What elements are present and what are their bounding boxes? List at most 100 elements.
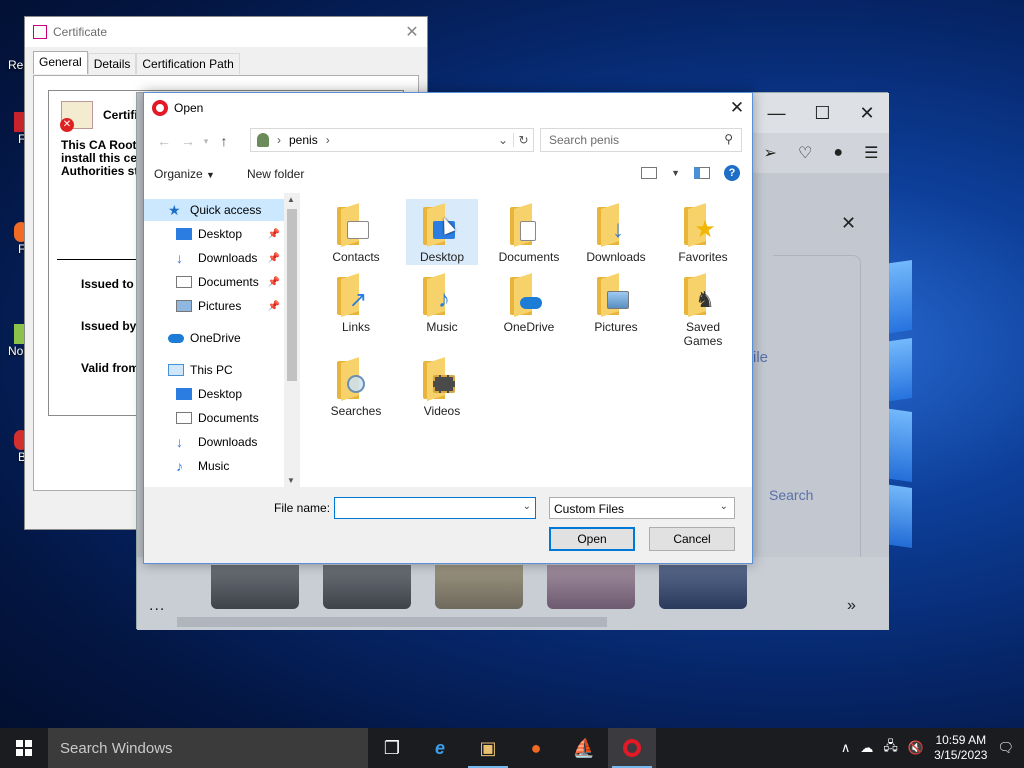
certificate-titlebar: Certificate ✕ [25, 17, 427, 47]
maximize-icon[interactable]: ☐ [814, 103, 830, 124]
cloud-status-icon[interactable]: ☁ [860, 740, 873, 756]
more-options-icon[interactable]: ... [149, 597, 165, 615]
new-folder-button[interactable]: New folder [247, 167, 304, 181]
send-icon[interactable]: ➢ [764, 143, 777, 163]
scroll-more-icon[interactable]: » [847, 597, 856, 615]
nav-item-downloads[interactable]: ↓ Downloads 📌 [144, 247, 284, 269]
product-thumbnail[interactable] [659, 565, 747, 609]
taskbar-search-input[interactable]: Search Windows [48, 728, 368, 768]
issued-by-label: Issued by [81, 319, 137, 333]
folder-item-saved-games[interactable]: ♞ Saved Games [667, 269, 739, 349]
address-bar[interactable]: › penis › ⌄ ↻ [250, 128, 534, 152]
product-thumbnail[interactable] [323, 565, 411, 609]
folder-item-links[interactable]: ↗ Links [320, 269, 392, 335]
pin-icon[interactable]: 📌 [268, 277, 280, 288]
close-icon[interactable]: ✕ [841, 213, 856, 234]
nav-item-onedrive[interactable]: OneDrive [144, 327, 284, 349]
folder-item-onedrive[interactable]: OneDrive [493, 269, 565, 335]
nav-item-pc-documents[interactable]: Documents [144, 407, 284, 429]
folder-item-music[interactable]: ♪ Music [406, 269, 478, 335]
document-icon [176, 276, 192, 288]
chevron-down-icon[interactable]: ▼ [671, 168, 680, 178]
organize-button[interactable]: Organize ▼ [154, 167, 215, 181]
nav-item-documents[interactable]: Documents 📌 [144, 271, 284, 293]
clock[interactable]: 10:59 AM 3/15/2023 [934, 733, 987, 763]
forward-arrow-icon[interactable]: → [176, 133, 200, 149]
network-icon[interactable]: 🖧 [883, 737, 898, 759]
chevron-up-icon[interactable]: ∧ [841, 740, 851, 756]
scroll-up-icon[interactable]: ▲ [287, 195, 295, 204]
file-hint-text: ile [753, 349, 769, 366]
firefox-icon[interactable]: ● [512, 728, 560, 768]
folder-item-desktop[interactable]: Desktop [406, 199, 478, 265]
open-button[interactable]: Open [549, 527, 635, 551]
nav-item-pictures[interactable]: Pictures 📌 [144, 295, 284, 317]
notifications-icon[interactable]: 🗨 [997, 740, 1014, 756]
close-icon[interactable]: ✕ [859, 103, 874, 124]
folder-item-videos[interactable]: Videos [406, 353, 478, 419]
close-icon[interactable]: ✕ [722, 98, 752, 118]
folder-item-contacts[interactable]: Contacts [320, 199, 392, 265]
sailboat-app-icon[interactable]: ⛵ [560, 728, 608, 768]
pin-icon[interactable]: 📌 [268, 301, 280, 312]
file-type-select[interactable]: Custom Files ⌄ [549, 497, 735, 519]
breadcrumb-separator-icon[interactable]: › [326, 133, 330, 147]
folder-icon [593, 273, 639, 317]
product-thumbnail[interactable] [211, 565, 299, 609]
film-strip-icon [433, 375, 455, 393]
nav-item-pc-music[interactable]: ♪ Music [144, 455, 284, 477]
horizontal-scrollbar[interactable] [177, 617, 607, 627]
change-view-icon[interactable] [641, 167, 658, 179]
help-icon[interactable]: ? [724, 165, 740, 181]
folder-item-pictures[interactable]: Pictures [580, 269, 652, 335]
back-arrow-icon[interactable]: ← [152, 133, 176, 149]
start-button[interactable] [0, 728, 48, 768]
folder-item-downloads[interactable]: ↓ Downloads [580, 199, 652, 265]
refresh-icon[interactable]: ↻ [513, 133, 533, 147]
product-thumbnail[interactable] [547, 565, 635, 609]
search-button[interactable]: Search [753, 479, 839, 511]
scroll-down-icon[interactable]: ▼ [287, 476, 295, 485]
menu-icon[interactable]: ☰ [864, 143, 878, 163]
product-thumbnail[interactable] [435, 565, 523, 609]
cancel-button[interactable]: Cancel [649, 527, 735, 551]
nav-item-pc-desktop[interactable]: Desktop [144, 383, 284, 405]
task-view-icon[interactable]: ❐ [368, 728, 416, 768]
preview-pane-icon[interactable] [694, 167, 710, 179]
nav-item-desktop[interactable]: Desktop 📌 [144, 223, 284, 245]
profile-icon[interactable]: ● [833, 144, 843, 162]
file-name-label: File name: [274, 501, 331, 515]
file-name-input[interactable]: ⌄ [334, 497, 536, 519]
chevron-down-icon[interactable]: ⌄ [493, 133, 513, 147]
issued-to-label: Issued to [81, 277, 134, 291]
internet-explorer-icon[interactable]: e [416, 728, 464, 768]
pin-icon[interactable]: 📌 [268, 229, 280, 240]
breadcrumb-separator-icon[interactable]: › [277, 133, 281, 147]
opera-icon[interactable] [608, 728, 656, 768]
magnifier-icon [347, 375, 365, 393]
minimize-icon[interactable]: — [767, 103, 785, 124]
nav-item-this-pc[interactable]: This PC [144, 359, 284, 381]
volume-muted-icon[interactable]: 🔇 [908, 740, 924, 756]
certificate-manager-icon[interactable]: ▣ [464, 728, 512, 768]
search-input[interactable]: Search penis ⚲ [540, 128, 742, 152]
tab-general[interactable]: General [33, 51, 88, 74]
close-icon[interactable]: ✕ [397, 22, 427, 42]
heart-icon[interactable]: ♡ [798, 143, 812, 163]
breadcrumb-folder[interactable]: penis [289, 133, 318, 147]
up-arrow-icon[interactable]: ↑ [212, 133, 236, 149]
nav-item-quick-access[interactable]: ★ Quick access [144, 199, 284, 221]
nav-item-label: Downloads [198, 435, 258, 449]
folder-item-searches[interactable]: Searches [320, 353, 392, 419]
nav-item-pc-downloads[interactable]: ↓ Downloads [144, 431, 284, 453]
music-note-icon: ♪ [176, 458, 183, 474]
scrollbar-thumb[interactable] [287, 209, 297, 381]
folder-item-documents[interactable]: Documents [493, 199, 565, 265]
tab-details[interactable]: Details [87, 53, 137, 74]
chevron-down-icon[interactable]: ⌄ [523, 501, 531, 512]
folder-item-favorites[interactable]: ★ Favorites [667, 199, 739, 265]
pin-icon[interactable]: 📌 [268, 253, 280, 264]
navigation-scrollbar[interactable]: ▲ ▼ [284, 193, 300, 487]
recent-locations-icon[interactable]: ▾ [200, 136, 212, 147]
tab-certification-path[interactable]: Certification Path [136, 53, 240, 74]
